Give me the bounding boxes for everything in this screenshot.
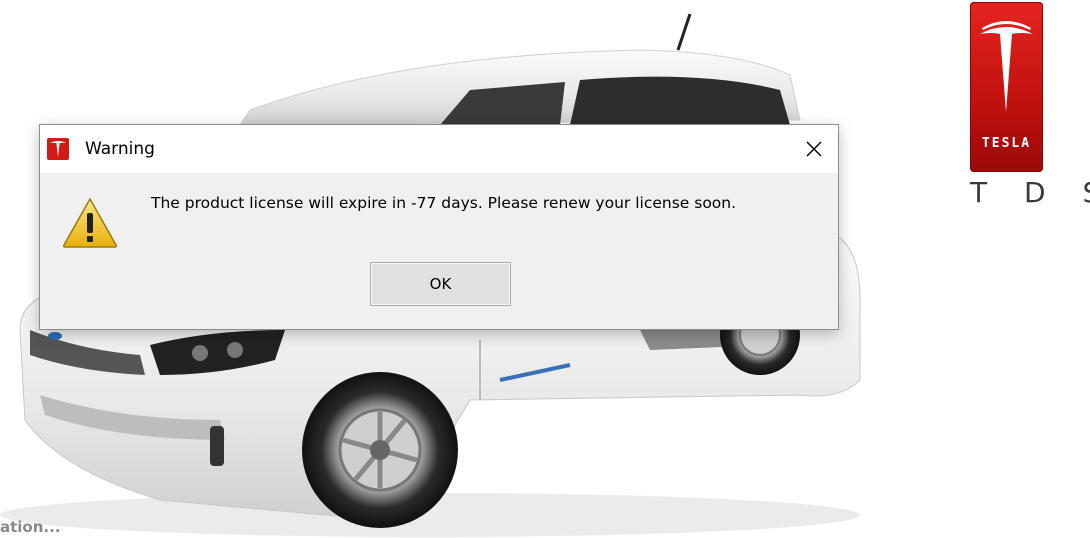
loading-status: ation... [0, 518, 61, 536]
warning-triangle-icon [62, 197, 118, 248]
tesla-t-icon: TESLA [980, 21, 1033, 151]
tesla-badge: TESLA [970, 2, 1043, 172]
warning-dialog: Warning The product license will expire … [39, 124, 839, 330]
close-icon [806, 141, 822, 157]
close-button[interactable] [790, 125, 838, 173]
tesla-wordmark: TESLA [982, 136, 1031, 151]
ok-button[interactable]: OK [370, 262, 511, 306]
dialog-title: Warning [85, 139, 155, 159]
dialog-message: The product license will expire in -77 d… [151, 194, 737, 212]
dialog-titlebar[interactable]: Warning [40, 125, 838, 173]
dialog-content: The product license will expire in -77 d… [40, 173, 838, 329]
product-name: T D S [970, 176, 1090, 209]
tesla-logo: TESLA T D S [970, 2, 1090, 209]
tesla-logo-icon [47, 138, 69, 160]
